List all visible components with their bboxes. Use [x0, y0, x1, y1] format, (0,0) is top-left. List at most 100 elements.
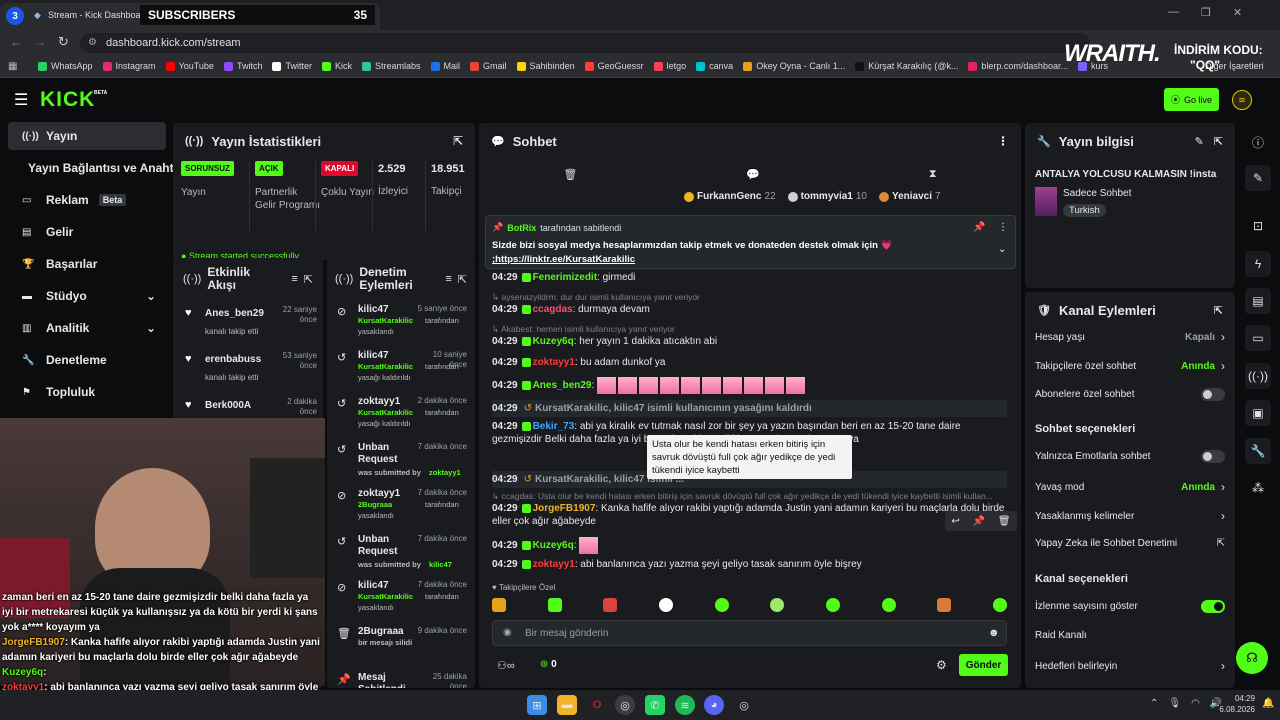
nav-item[interactable]: ▭ Reklam Beta — [8, 186, 166, 214]
chat-username[interactable]: Kuzey6q — [533, 540, 574, 551]
bookmark-item[interactable]: Streamlabs — [361, 61, 421, 71]
bookmark-item[interactable]: canva — [696, 61, 733, 71]
chat-username[interactable]: Fenerimizedit — [533, 272, 597, 283]
broadcast-rail-icon[interactable]: ((·)) — [1245, 363, 1271, 389]
bookmark-item[interactable]: Okey Oyna - Canlı 1... — [743, 61, 845, 71]
chat-message[interactable]: 04:29 ccagdas: durmaya devam — [492, 303, 1007, 316]
category-name[interactable]: Sadece Sohbet — [1063, 188, 1131, 199]
channel-setting-row[interactable]: İzlenme sayısını göster — [1035, 600, 1225, 613]
toggle-switch[interactable] — [1201, 388, 1225, 401]
toggle-switch[interactable] — [1201, 600, 1225, 613]
chat-menu-icon[interactable]: ⋮ — [997, 134, 1009, 148]
emote-6[interactable] — [770, 598, 785, 612]
modlog-item[interactable]: ↺ Unban Request 7 dakika önce was submitted… — [327, 530, 475, 574]
discord-icon[interactable]: ◕ — [704, 695, 724, 715]
modlog-filter-icon[interactable]: ≡ — [445, 273, 451, 285]
channel-actions-popout-icon[interactable]: ⇱ — [1214, 304, 1223, 317]
back-icon[interactable]: ← — [10, 35, 22, 49]
modlog-item[interactable]: ⊘ kilic47 5 saniye önce KursatKarakilic tara… — [327, 300, 475, 344]
channel-setting-row[interactable]: Raid Kanalı — [1035, 630, 1225, 641]
emote-5[interactable] — [714, 598, 729, 612]
chat-message[interactable]: 04:29 zoktayy1: bu adam dunkof ya — [492, 356, 1007, 369]
forward-icon[interactable]: → — [34, 35, 46, 49]
chat-message[interactable]: 04:29 Anes_ben29: — [492, 377, 1007, 394]
chatters-icon[interactable]: ⚇∞ — [497, 659, 515, 672]
modlog-item[interactable]: 🗑 2Bugraaa 9 dakika önce bir mesajı silidi — [327, 622, 475, 666]
emote-9[interactable] — [937, 598, 952, 612]
setting-control[interactable]: ⇱ — [1217, 538, 1225, 549]
chat-username[interactable]: Bekir_73 — [533, 421, 575, 432]
support-button[interactable]: ☊ — [1236, 642, 1268, 674]
minimize-icon[interactable]: — — [1168, 6, 1179, 19]
gifter-item[interactable]: Yeniavci 7 — [878, 191, 941, 202]
maximize-icon[interactable]: ❐ — [1201, 6, 1211, 19]
chat-message[interactable]: 04:29 Kuzey6q: her yayın 1 dakika atıcakt… — [492, 335, 1007, 348]
bookmark-item[interactable]: Twitter — [272, 61, 312, 71]
wifi-icon[interactable]: ◠ — [1191, 698, 1200, 709]
emote-3[interactable] — [603, 598, 618, 612]
emoji-icon[interactable]: ☻ — [988, 627, 1000, 639]
avatar[interactable]: ≋ — [1232, 90, 1252, 110]
edit-icon[interactable]: ✎ — [1195, 135, 1204, 148]
notification-icon[interactable]: 🔔 — [1262, 698, 1274, 709]
expand-icon[interactable]: ⌄ — [998, 244, 1006, 255]
opera-icon[interactable]: O — [587, 695, 607, 715]
activity-popout-icon[interactable]: ⇱ — [304, 273, 313, 286]
pencil-icon[interactable]: ✎ — [1245, 165, 1271, 191]
tray-chevron-icon[interactable]: ⌃ — [1150, 698, 1158, 709]
emote-8[interactable] — [881, 598, 896, 612]
bookmark-item[interactable]: Sahibinden — [516, 61, 575, 71]
nav-item[interactable]: ▬ Stüdyo ⌄ — [8, 282, 166, 310]
bookmark-item[interactable]: blerp.com/dashboar... — [968, 61, 1068, 71]
modlog-item[interactable]: ↺ Unban Request 7 dakika önce was submitted… — [327, 438, 475, 482]
apps-icon[interactable]: ⁂ — [1245, 475, 1271, 501]
setting-control[interactable]: Anında › — [1181, 480, 1225, 494]
bookmark-item[interactable]: Kick — [321, 61, 352, 71]
setting-control[interactable] — [1201, 600, 1225, 613]
emote-4[interactable] — [658, 598, 673, 612]
modlog-popout-icon[interactable]: ⇱ — [458, 273, 467, 286]
modlog-item[interactable]: ↺ zoktayy1 2 dakika önce KursatKarakilic tar… — [327, 392, 475, 436]
mic-icon[interactable]: 🎙 — [1168, 698, 1181, 709]
bookmark-item[interactable]: Instagram — [102, 61, 156, 71]
message-icon[interactable]: ▭ — [1245, 325, 1271, 351]
chat-system-message[interactable]: 04:29 ↺ KursatKarakilic, kilic47 isimli ku… — [492, 400, 1007, 417]
emote-7[interactable] — [825, 598, 840, 612]
chat-input[interactable]: ◉ Bir mesaj gönderin ☻ — [492, 620, 1007, 646]
setting-control[interactable]: › — [1215, 509, 1225, 523]
lightning-icon[interactable]: ϟ — [1245, 251, 1271, 277]
hourglass-icon[interactable]: ⧗ — [929, 168, 937, 181]
chat-message[interactable]: 04:29 JorgeFB1907: Kanka hafife alıyor ra… — [492, 502, 1007, 528]
bookmark-item[interactable]: Kürşat Karakılıç (@k... — [855, 61, 958, 71]
chat-username[interactable]: JorgeFB1907 — [533, 503, 596, 514]
bookmark-item[interactable]: WhatsApp — [38, 61, 93, 71]
start-icon[interactable]: ⊞ — [527, 695, 547, 715]
nav-item[interactable]: 🔧 Denetleme — [8, 346, 166, 374]
gifter-item[interactable]: FurkannGenc 22 — [684, 191, 776, 202]
bookmark-item[interactable]: letgo — [653, 61, 686, 71]
bookmark-item[interactable]: Mail — [430, 61, 460, 71]
setting-control[interactable] — [1201, 450, 1225, 463]
document-icon[interactable]: ▤ — [1245, 288, 1271, 314]
url-input[interactable]: dashboard.kick.com/stream — [80, 33, 1090, 53]
channel-action-row[interactable]: Hesap yaşı Kapalı › — [1035, 330, 1225, 344]
crop-icon[interactable]: ⊡ — [1245, 213, 1271, 239]
nav-item[interactable]: Yayın Bağlantısı ve Anahtarı — [8, 154, 188, 182]
modlog-item[interactable]: ⊘ kilic47 7 dakika önce KursatKarakilic tara… — [327, 576, 475, 620]
nav-item[interactable]: 🏆 Başarılar — [8, 250, 166, 278]
nav-item[interactable]: ▤ Gelir — [8, 218, 166, 246]
gifter-item[interactable]: tommyvia1 10 — [787, 191, 867, 202]
channel-setting-row[interactable]: Hedefleri belirleyin › — [1035, 659, 1225, 673]
chat-username[interactable]: Anes_ben29 — [533, 380, 592, 391]
delete-message-icon[interactable]: 🗑 — [998, 516, 1011, 527]
chat-settings-icon[interactable]: ⚙ — [936, 658, 947, 672]
kick-logo[interactable]: KICK — [40, 88, 95, 112]
chat-setting-row[interactable]: Yavaş mod Anında › — [1035, 480, 1225, 494]
language-tag[interactable]: Turkish — [1063, 204, 1106, 217]
tool-icon[interactable]: 🔧 — [1245, 438, 1271, 464]
chat-username[interactable]: ccagdas — [533, 304, 573, 315]
channel-action-row[interactable]: Abonelere özel sohbet — [1035, 388, 1225, 401]
chat-bubble-icon[interactable]: 💬 — [746, 168, 760, 181]
chat-message[interactable]: 04:29 zoktayy1: abi banlanınca yazı yazma… — [492, 558, 1007, 571]
reload-icon[interactable]: ↻ — [58, 34, 69, 50]
